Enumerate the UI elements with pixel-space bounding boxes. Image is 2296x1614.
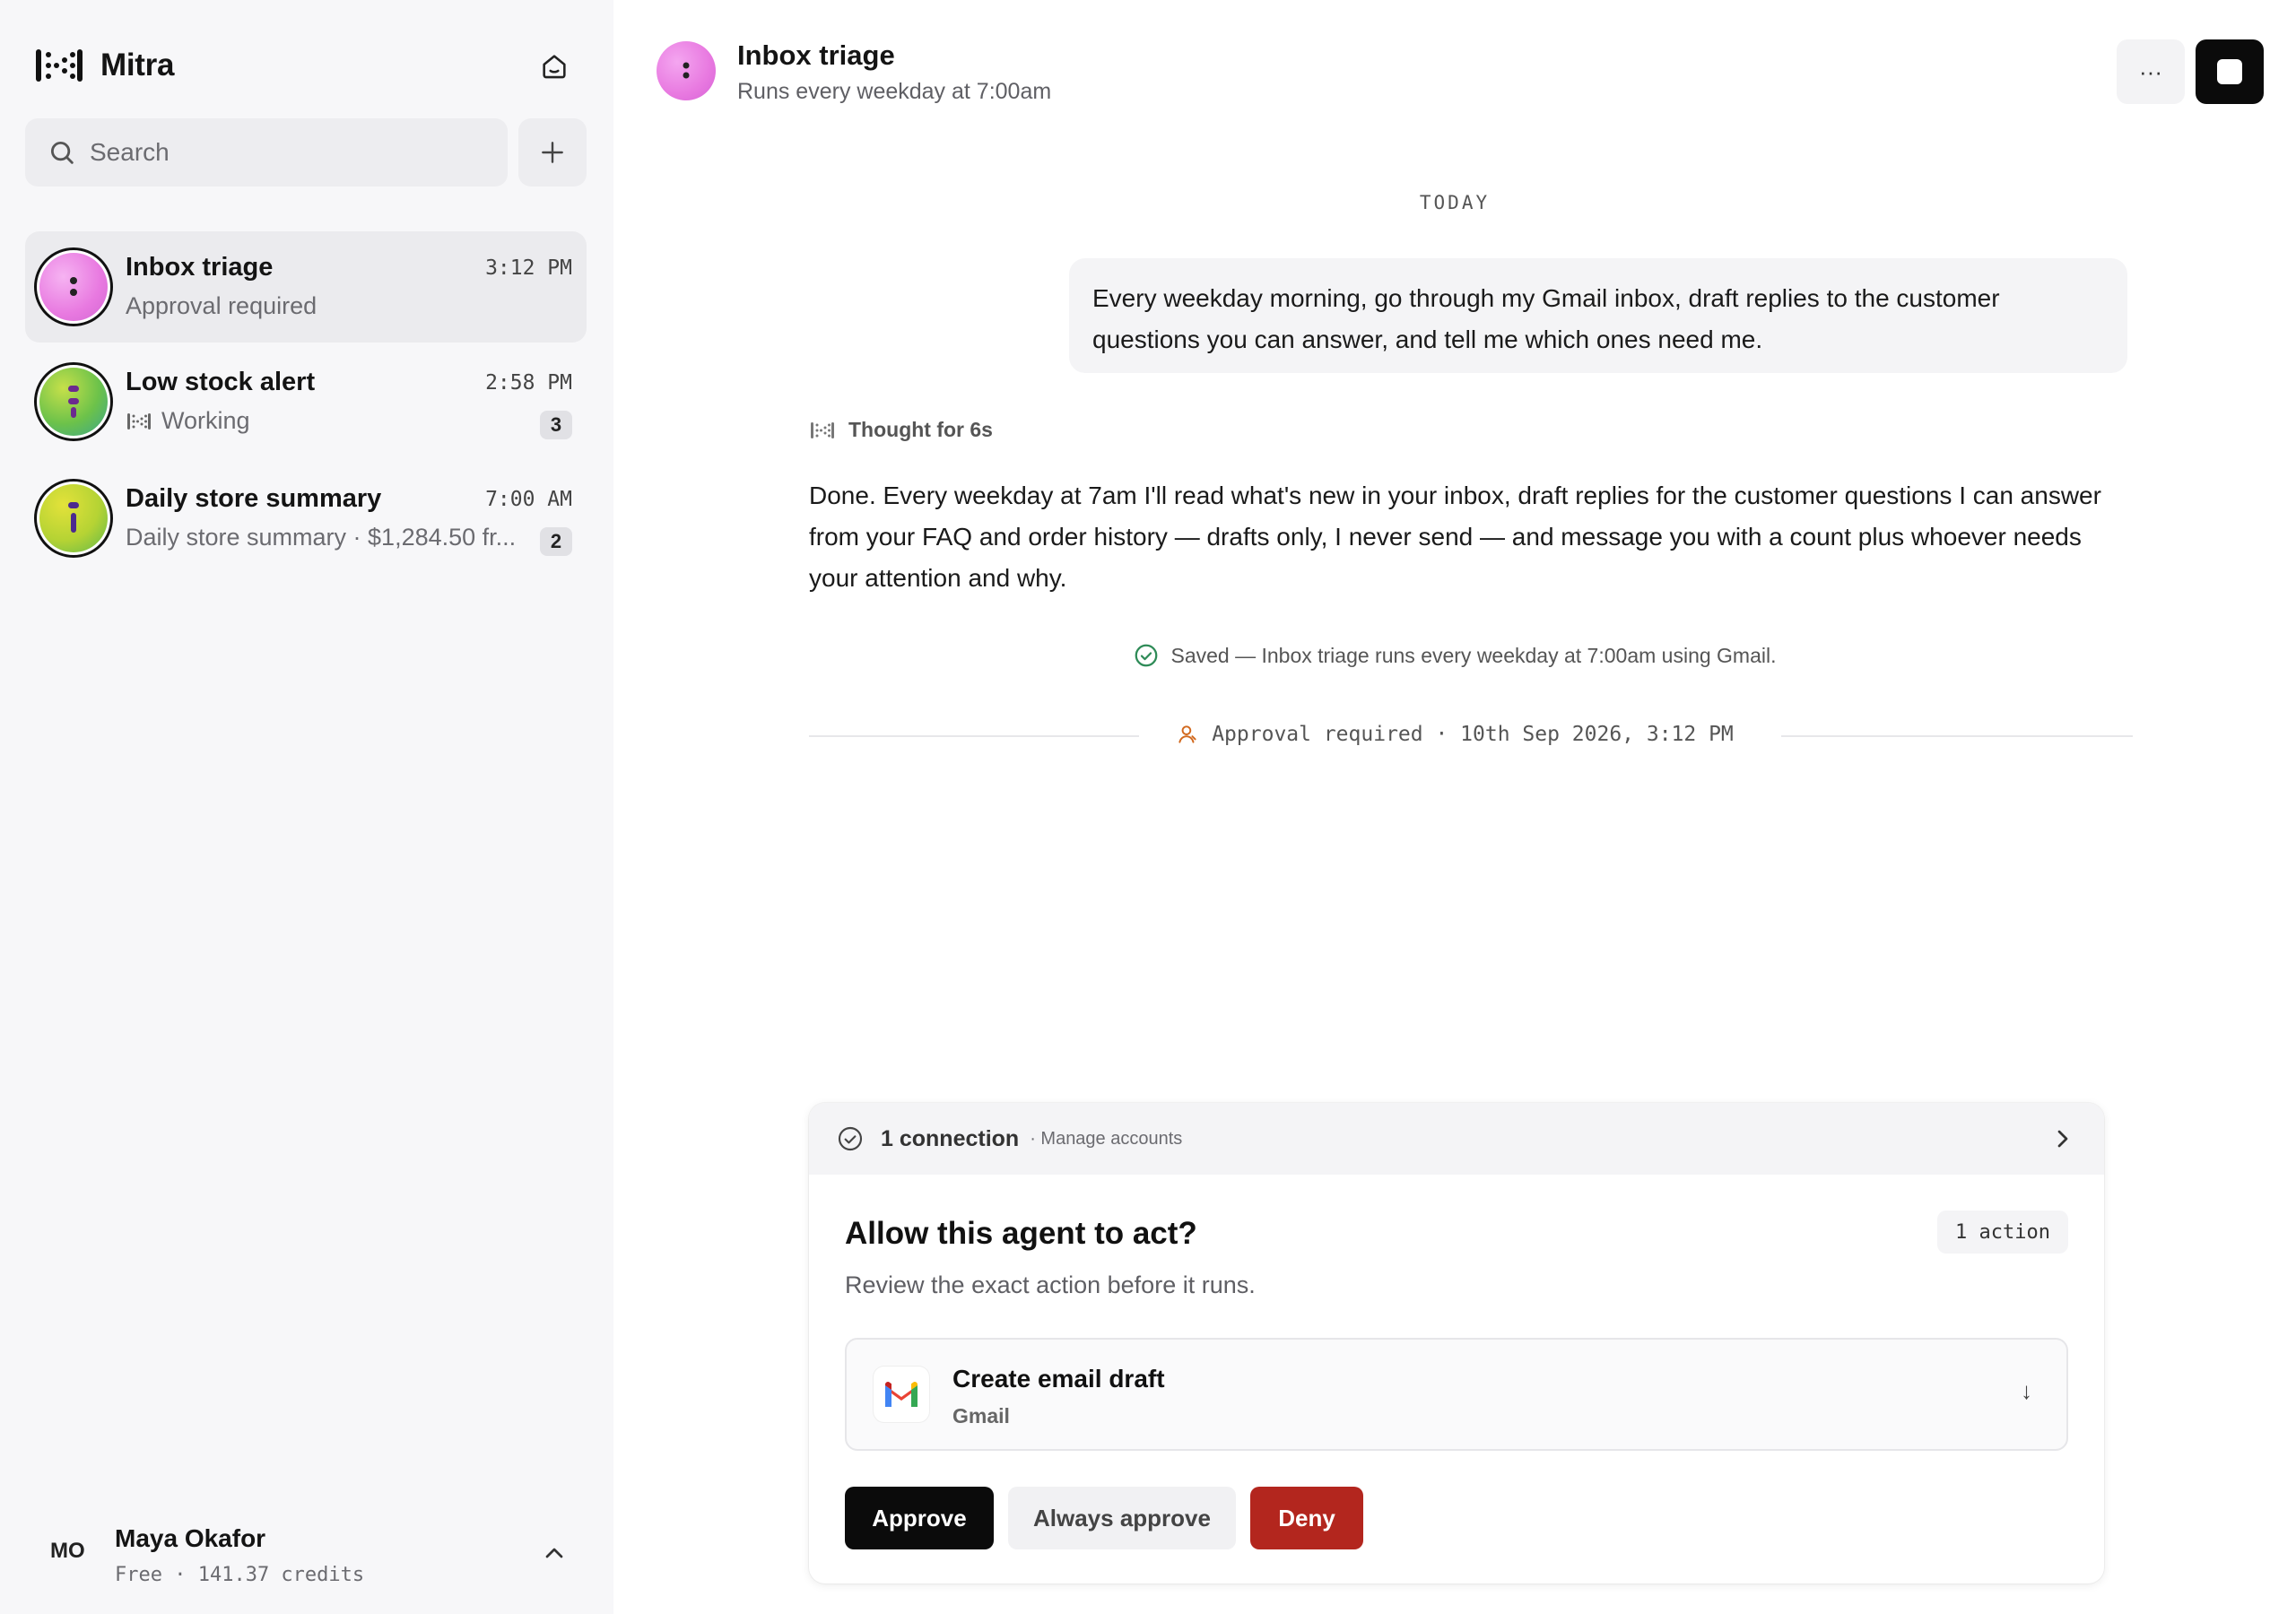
plus-icon [542,142,563,163]
thought-label: Thought for 6s [848,418,993,441]
thread-time: 2:58 PM [485,371,572,395]
user-plan: Free · 141.37 credits [115,1564,365,1586]
sidebar: Mitra Inbox triage 3:12 PM Approval requ… [0,0,613,1614]
manage-accounts-link[interactable]: · Manage accounts [1030,1129,1182,1150]
approval-marker: Approval required · 10th Sep 2026, 3:12 … [613,723,2296,746]
thread-status: Approval required [126,292,317,319]
check-circle-icon [838,1126,863,1151]
approval-card: 1 connection · Manage accounts Allow thi… [809,1103,2104,1584]
thread-item-inbox-triage[interactable]: Inbox triage 3:12 PM Approval required [25,231,587,343]
always-approve-button[interactable]: Always approve [1008,1487,1236,1549]
action-app: Gmail [952,1404,1010,1427]
page-subtitle: Runs every weekday at 7:00am [737,79,1052,104]
search-icon [50,141,74,164]
thread-time: 3:12 PM [485,256,572,280]
agent-face-icon [68,502,79,533]
approval-description: Review the exact action before it runs. [845,1271,1256,1298]
ellipsis-icon: ··· [2139,57,2162,85]
mitra-logo-icon [36,49,83,82]
thread-item-daily-store-summary[interactable]: Daily store summary 7:00 AM Daily store … [25,463,587,574]
user-initials: MO [50,1539,85,1563]
search-box[interactable] [25,118,508,187]
page-title: Inbox triage [737,39,895,71]
saved-text: Saved — Inbox triage runs every weekday … [1170,643,1777,667]
working-indicator-icon [127,412,151,430]
more-options-button[interactable]: ··· [2117,39,2185,104]
unread-badge: 2 [540,527,572,556]
avatar [34,247,113,326]
user-message: Every weekday morning, go through my Gma… [1069,258,2127,373]
deny-button[interactable]: Deny [1250,1487,1363,1549]
thread-time: 7:00 AM [485,488,572,511]
chevron-up-icon [545,1548,563,1558]
thread-subtitle: Working [126,407,250,435]
thread-title: Daily store summary [126,484,382,513]
thread-subtitle: Daily store summary · $1,284.50 fr... [126,524,516,551]
saved-notice: Saved — Inbox triage runs every weekday … [613,642,2296,669]
action-item-create-email-draft[interactable]: Create email draft Gmail ↓ [845,1338,2068,1451]
approve-button[interactable]: Approve [845,1487,994,1549]
thread-title: Low stock alert [126,368,316,396]
chevron-right-icon [2057,1130,2068,1148]
stop-icon [2217,59,2242,84]
day-separator: TODAY [1419,192,1491,213]
thread-item-low-stock-alert[interactable]: Low stock alert 2:58 PM Working 3 [25,346,587,457]
avatar [34,479,113,558]
unread-badge: 3 [540,411,572,439]
thread-subtitle: Approval required [126,292,317,320]
connections-row[interactable]: 1 connection · Manage accounts [809,1103,2104,1175]
action-title: Create email draft [952,1365,1165,1393]
stop-button[interactable] [2196,39,2264,104]
thread-preview: Daily store summary · $1,284.50 fr... [126,524,517,551]
mitra-logo-icon [811,421,834,438]
thread-title: Inbox triage [126,253,274,282]
home-icon [543,55,566,79]
approval-marker-text: Approval required · 10th Sep 2026, 3:12 … [1212,723,1734,746]
app-name: Mitra [100,48,175,82]
new-thread-button[interactable] [518,118,587,187]
gmail-icon [874,1367,929,1422]
thread-status: Working [161,407,250,434]
agent-face-icon [68,386,79,418]
header-avatar [657,41,716,100]
action-count-badge: 1 action [1937,1210,2068,1254]
person-icon [1178,725,1196,743]
thought-toggle[interactable]: Thought for 6s [809,418,993,442]
user-menu[interactable]: MO Maya Okafor Free · 141.37 credits [25,1515,587,1596]
agent-face-icon [70,277,77,296]
search-input[interactable] [90,138,484,167]
approval-question: Allow this agent to act? [845,1216,1197,1251]
avatar [34,362,113,441]
user-name: Maya Okafor [115,1524,266,1552]
check-circle-icon [1135,644,1158,667]
brand[interactable]: Mitra [34,43,174,88]
home-button[interactable] [535,47,574,86]
agent-reply: Done. Every weekday at 7am I'll read wha… [809,482,2101,592]
chat-pane: Inbox triage Runs every weekday at 7:00a… [613,0,2296,1614]
connection-count: 1 connection [881,1125,1020,1151]
agent-face-icon [683,62,690,79]
expand-arrow-icon[interactable]: ↓ [2021,1377,2032,1405]
